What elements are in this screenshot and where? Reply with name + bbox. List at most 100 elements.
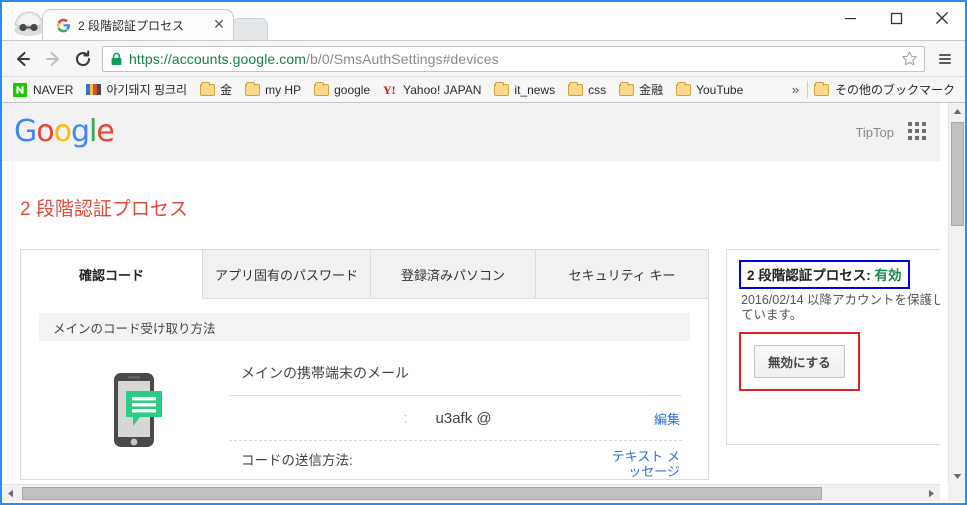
bookmark-label: 金融 [639, 83, 664, 97]
status-card: 2 段階認証プロセス: 有効 2016/02/14 以降アカウントを保護していま… [726, 249, 940, 445]
email-address: u3afk @ [435, 409, 492, 427]
svg-text:Y!: Y! [383, 83, 396, 97]
folder-icon [244, 81, 260, 98]
bookmark-folder-it-news[interactable]: it_news [487, 79, 561, 100]
vertical-scrollbar-thumb[interactable] [951, 122, 964, 226]
main-card: 確認コード アプリ固有のパスワード 登録済みパソコン セキュリティ キー メイン… [20, 249, 709, 480]
status-label: 2 段階認証プロセス: [747, 268, 871, 283]
folder-icon [675, 81, 691, 98]
logo-letter: e [96, 114, 114, 149]
disable-button-annotation: 無効にする [739, 332, 860, 391]
tab-close-icon[interactable]: ✕ [211, 17, 227, 33]
logo-letter: G [14, 114, 37, 149]
status-description: 2016/02/14 以降アカウントを保護しています。 [741, 293, 940, 322]
browser-tab-title: 2 段階認証プロセス [78, 18, 185, 33]
google-header: Google TipTop [2, 103, 940, 161]
email-row: : u3afk @ 編集 [229, 396, 682, 440]
bookmark-other-bookmarks[interactable]: その他のブックマーク [808, 79, 961, 100]
method-title: メインの携帯端末のメール [241, 365, 409, 381]
naver-icon [12, 82, 28, 98]
url-secure-part: https://accounts.google.com [129, 50, 307, 67]
reload-icon[interactable] [68, 44, 98, 74]
tab-verification-codes[interactable]: 確認コード [21, 250, 203, 299]
page-title: 2 段階認証プロセス [20, 199, 188, 220]
google-logo[interactable]: Google [10, 114, 115, 149]
page-viewport: Google TipTop 2 段階認証プロセス 確認コード アプリ固有のパスワ… [2, 103, 965, 501]
horizontal-scrollbar[interactable] [2, 484, 940, 501]
bookmark-label: it_news [514, 82, 556, 97]
maximize-button[interactable] [873, 2, 919, 34]
folder-icon [313, 81, 329, 98]
send-method-row: コードの送信方法: テキスト メッセージ [229, 441, 682, 479]
side-panel-wrap: 2 段階認証プロセス: 有効 2016/02/14 以降アカウントを保護していま… [709, 249, 940, 480]
folder-icon [814, 81, 830, 98]
striped-icon [85, 82, 101, 98]
bookmark-label: YouTube [696, 82, 744, 97]
logo-letter: l [89, 114, 97, 149]
forward-arrow-icon [38, 44, 68, 74]
edit-link[interactable]: 編集 [654, 409, 680, 428]
method-details: メインの携帯端末のメール : u3afk @ 編集 コードの送信方法: テキスト … [229, 357, 690, 479]
close-button[interactable] [919, 2, 965, 34]
send-method-link[interactable]: テキスト メッセージ [608, 449, 680, 479]
bookmarks-overflow-button[interactable]: » [784, 82, 807, 97]
disable-2fa-button[interactable]: 無効にする [754, 345, 845, 378]
back-arrow-icon[interactable] [8, 44, 38, 74]
tab-app-passwords[interactable]: アプリ固有のパスワード [203, 250, 371, 298]
bookmark-label: 金 [220, 83, 233, 97]
header-right: TipTop [855, 103, 928, 161]
bookmark-folder-kin[interactable]: 金 [193, 79, 238, 100]
bookmark-label: google [334, 82, 371, 97]
bookmark-folder-google[interactable]: google [307, 79, 376, 100]
logo-letter: o [53, 114, 72, 149]
tab-strip: 2 段階認証プロセス ✕ [2, 2, 965, 40]
bookmark-folder-my-hp[interactable]: my HP [238, 79, 307, 100]
status-value: 有効 [874, 268, 902, 283]
tab-security-key[interactable]: セキュリティ キー [536, 250, 708, 298]
tab-registered-computers[interactable]: 登録済みパソコン [371, 250, 536, 298]
scroll-up-arrow[interactable] [949, 103, 965, 120]
star-icon[interactable] [898, 48, 920, 70]
scroll-left-arrow[interactable] [2, 485, 19, 501]
scroll-down-arrow[interactable] [949, 468, 965, 485]
bookmark-folder-youtube[interactable]: YouTube [669, 79, 749, 100]
bookmarks-bar: NAVER 아기돼지 핑크리 金 my HP google Y! Yahoo! … [2, 76, 965, 103]
folder-icon [199, 81, 215, 98]
horizontal-scrollbar-thumb[interactable] [22, 487, 822, 500]
logo-letter: g [70, 114, 90, 149]
folder-icon [493, 81, 509, 98]
status-badge: 2 段階認証プロセス: 有効 [739, 260, 910, 289]
browser-toolbar: https://accounts.google.com/b/0/SmsAuthS… [2, 40, 965, 76]
browser-tab-active[interactable]: 2 段階認証プロセス ✕ [42, 9, 234, 40]
bookmark-yahoo-japan[interactable]: Y! Yahoo! JAPAN [376, 79, 487, 100]
email-prefix: : [403, 409, 408, 427]
bookmark-label: 아기돼지 핑크리 [106, 83, 188, 97]
url-text: https://accounts.google.com/b/0/SmsAuthS… [129, 51, 898, 67]
minimize-button[interactable] [827, 2, 873, 34]
folder-icon [567, 81, 583, 98]
new-tab-button[interactable] [232, 18, 268, 40]
user-label[interactable]: TipTop [855, 125, 894, 140]
section-header: メインのコード受け取り方法 [39, 313, 690, 341]
window-controls [827, 2, 965, 34]
browser-window: 2 段階認証プロセス ✕ https://accounts.google.com… [0, 0, 967, 505]
google-favicon [55, 17, 71, 33]
folder-icon [618, 81, 634, 98]
bookmark-folder-css[interactable]: css [561, 79, 612, 100]
lock-icon [110, 52, 123, 66]
apps-grid-icon[interactable] [908, 122, 928, 142]
tab-bar: 確認コード アプリ固有のパスワード 登録済みパソコン セキュリティ キー [21, 250, 708, 299]
phone-illustration [39, 357, 229, 479]
hamburger-menu-icon[interactable] [931, 45, 959, 73]
bookmark-folder-kinyu[interactable]: 金融 [612, 79, 669, 100]
email-value: : u3afk @ [241, 410, 654, 427]
vertical-scrollbar[interactable] [948, 103, 965, 485]
address-bar[interactable]: https://accounts.google.com/b/0/SmsAuthS… [102, 45, 925, 72]
scrollbar-corner [948, 484, 965, 501]
url-path-part: /b/0/SmsAuthSettings#devices [306, 50, 499, 67]
method-block: メインの携帯端末のメール : u3afk @ 編集 コードの送信方法: テキスト … [21, 341, 708, 479]
bookmark-naver[interactable]: NAVER [6, 79, 79, 100]
bookmark-pinkri[interactable]: 아기돼지 핑크리 [79, 79, 193, 100]
scroll-right-arrow[interactable] [923, 485, 940, 501]
phone-with-message-icon [104, 371, 164, 479]
